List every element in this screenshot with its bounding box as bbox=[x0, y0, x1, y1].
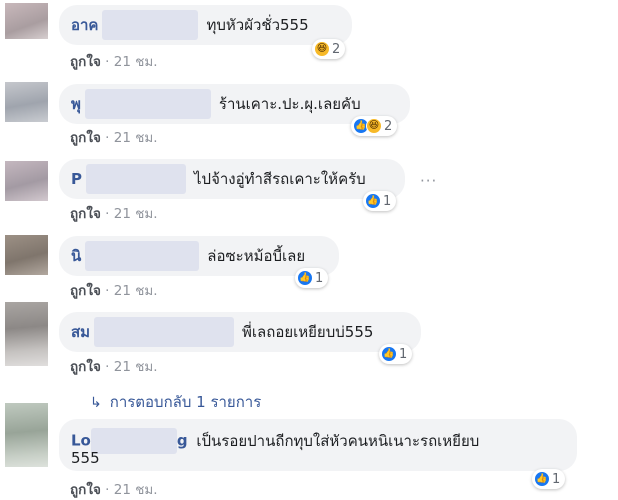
separator: · bbox=[105, 283, 110, 299]
view-replies-link[interactable]: ↳ การตอบกลับ 1 รายการ bbox=[90, 390, 261, 414]
redacted-name bbox=[86, 164, 186, 194]
comment-text: พี่เลถอยเหยียบบ่555 bbox=[242, 323, 374, 341]
like-button[interactable]: ถูกใจ bbox=[70, 482, 101, 498]
redacted-name bbox=[90, 428, 177, 454]
avatar[interactable] bbox=[5, 161, 48, 201]
reaction-number: 2 bbox=[384, 118, 393, 134]
comment-meta: ถูกใจ · 21 ชม. bbox=[70, 478, 158, 500]
avatar[interactable] bbox=[5, 3, 48, 39]
like-button[interactable]: ถูกใจ bbox=[70, 283, 101, 299]
reaction-count[interactable]: 👍 1 bbox=[363, 191, 397, 211]
haha-icon: 😆 bbox=[366, 118, 382, 134]
commenter-name[interactable]: พุ bbox=[71, 92, 81, 116]
timestamp[interactable]: 21 ชม. bbox=[114, 359, 158, 375]
commenter-name[interactable]: นิ bbox=[71, 244, 81, 268]
redacted-name bbox=[84, 89, 211, 119]
separator: · bbox=[105, 130, 110, 146]
commenter-name[interactable]: P bbox=[71, 170, 82, 188]
commenter-name-tail[interactable]: g bbox=[177, 432, 188, 450]
comment-text-line-2: 555 bbox=[71, 449, 100, 467]
haha-icon: 😆 bbox=[314, 41, 330, 57]
avatar[interactable] bbox=[5, 302, 48, 366]
separator: · bbox=[105, 54, 110, 70]
comment-meta: ถูกใจ · 21 ชม. bbox=[70, 355, 158, 377]
comment-text: ไปจ้างอู่ทำสีรถเคาะให้ครับ bbox=[194, 170, 366, 188]
reaction-number: 1 bbox=[552, 471, 561, 487]
comment-bubble: สม พี่เลถอยเหยียบบ่555 bbox=[59, 312, 421, 352]
comment-meta: ถูกใจ · 21 ชม. bbox=[70, 126, 158, 148]
reaction-count[interactable]: 👍 1 bbox=[295, 268, 329, 288]
like-icon: 👍 bbox=[381, 346, 397, 362]
reaction-number: 2 bbox=[332, 41, 341, 57]
reaction-count[interactable]: 👍 1 bbox=[532, 469, 566, 489]
avatar[interactable] bbox=[5, 82, 48, 122]
comment-bubble: P ไปจ้างอู่ทำสีรถเคาะให้ครับ bbox=[59, 159, 405, 199]
reaction-count[interactable]: 👍 😆 2 bbox=[351, 116, 398, 136]
timestamp[interactable]: 21 ชม. bbox=[114, 206, 158, 222]
reaction-count[interactable]: 😆 2 bbox=[312, 39, 346, 59]
reaction-count[interactable]: 👍 1 bbox=[379, 344, 413, 364]
timestamp[interactable]: 21 ชม. bbox=[114, 482, 158, 498]
reaction-number: 1 bbox=[383, 193, 392, 209]
comment-meta: ถูกใจ · 21 ชม. bbox=[70, 279, 158, 301]
separator: · bbox=[105, 482, 110, 498]
like-button[interactable]: ถูกใจ bbox=[70, 359, 101, 375]
like-icon: 👍 bbox=[365, 193, 381, 209]
comment-text: ล่อซะหม้อบี้เลย bbox=[207, 247, 306, 265]
redacted-name bbox=[94, 317, 235, 347]
commenter-name[interactable]: Lo bbox=[71, 432, 91, 450]
like-button[interactable]: ถูกใจ bbox=[70, 54, 101, 70]
timestamp[interactable]: 21 ชม. bbox=[114, 283, 158, 299]
timestamp[interactable]: 21 ชม. bbox=[114, 54, 158, 70]
avatar[interactable] bbox=[5, 235, 48, 275]
like-icon: 👍 bbox=[297, 270, 313, 286]
reaction-number: 1 bbox=[399, 346, 408, 362]
like-button[interactable]: ถูกใจ bbox=[70, 206, 101, 222]
comment-text: เป็นรอยปานถีกทุบใส่หัวคนหนิเนาะรถเหยียบ bbox=[196, 431, 480, 450]
avatar[interactable] bbox=[5, 403, 48, 467]
timestamp[interactable]: 21 ชม. bbox=[114, 130, 158, 146]
redacted-name bbox=[102, 10, 199, 40]
view-replies-label: การตอบกลับ 1 รายการ bbox=[109, 393, 262, 411]
comment-line-1: Lo g เป็นรอยปานถีกทุบใส่หัวคนหนิเนาะรถเหย… bbox=[71, 428, 479, 454]
separator: · bbox=[105, 206, 110, 222]
comment-meta: ถูกใจ · 21 ชม. bbox=[70, 50, 158, 72]
like-button[interactable]: ถูกใจ bbox=[70, 130, 101, 146]
separator: · bbox=[105, 359, 110, 375]
comment-bubble: อาค ทุบหัวผัวชั่ว555 bbox=[59, 5, 352, 45]
comment-text: ร้านเคาะ.ปะ.ผุ.เลยคับ bbox=[218, 95, 361, 113]
commenter-name[interactable]: สม bbox=[71, 320, 90, 344]
more-options-icon[interactable]: ··· bbox=[420, 172, 437, 190]
comment-meta: ถูกใจ · 21 ชม. bbox=[70, 202, 158, 224]
comment-text: ทุบหัวผัวชั่ว555 bbox=[206, 16, 309, 34]
reaction-number: 1 bbox=[315, 270, 324, 286]
reply-arrow-icon: ↳ bbox=[90, 395, 102, 411]
commenter-name[interactable]: อาค bbox=[71, 13, 98, 37]
redacted-name bbox=[85, 241, 200, 271]
